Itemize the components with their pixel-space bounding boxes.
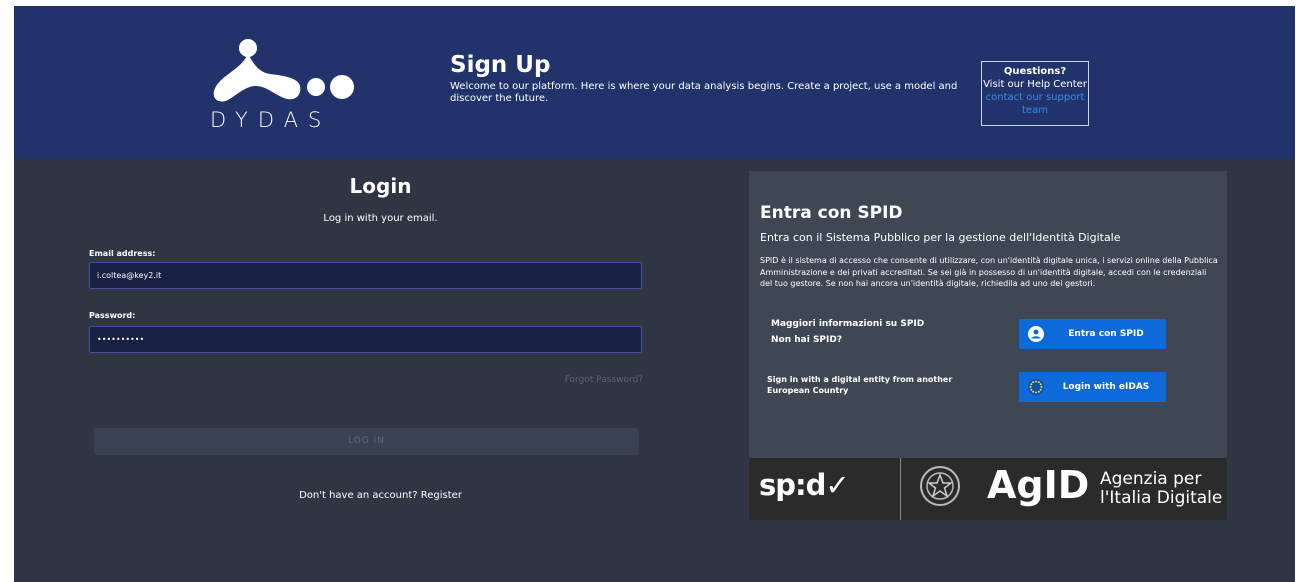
eu-stars-icon xyxy=(1028,379,1044,395)
header: DYDAS Sign Up Welcome to our platform. H… xyxy=(14,6,1295,159)
eidas-button-label: Login with eIDAS xyxy=(1062,382,1150,392)
italian-emblem-icon xyxy=(920,466,960,506)
user-icon xyxy=(1028,326,1044,342)
login-subtitle: Log in with your email. xyxy=(323,213,438,224)
spid-logo: sp:d✓ xyxy=(759,468,850,502)
signup-title: Sign Up xyxy=(450,52,551,78)
password-label: Password: xyxy=(89,311,136,320)
forgot-password-link[interactable]: Forgot Password? xyxy=(534,375,643,385)
support-link[interactable]: contact our support team xyxy=(982,91,1088,117)
app-frame: DYDAS Sign Up Welcome to our platform. H… xyxy=(14,6,1295,582)
login-button[interactable]: LOG IN xyxy=(94,428,639,455)
questions-title: Questions? xyxy=(1003,66,1067,77)
spid-button-label: Entra con SPID xyxy=(1068,329,1144,339)
help-center-text: Visit our Help Center xyxy=(983,79,1087,90)
spid-title: Entra con SPID xyxy=(760,203,903,223)
spid-info-links: Maggiori informazioni su SPID Non hai SP… xyxy=(771,316,924,348)
register-link[interactable]: Don't have an account? Register xyxy=(14,490,747,501)
email-label: Email address: xyxy=(89,249,156,258)
agid-line-2: l'Italia Digitale xyxy=(1100,488,1223,508)
spid-agid-banner: sp:d✓ AgID Agenzia per l'Italia Digitale xyxy=(749,458,1227,520)
spid-more-info-link[interactable]: Maggiori informazioni su SPID xyxy=(771,316,924,332)
dydas-molecule-icon xyxy=(213,39,354,102)
help-box: Questions? Visit our Help Center contact… xyxy=(981,61,1089,126)
email-field[interactable]: i.coltea@key2.it xyxy=(89,262,642,289)
brand-name: DYDAS xyxy=(210,108,332,132)
login-title: Login xyxy=(349,174,412,198)
spid-description: SPID è il sistema di accesso che consent… xyxy=(760,256,1218,288)
password-field[interactable]: •••••••••• xyxy=(89,326,642,353)
no-spid-link[interactable]: Non hai SPID? xyxy=(771,332,924,348)
agid-logo: AgID xyxy=(987,463,1090,507)
dydas-logo: DYDAS xyxy=(210,36,360,136)
eidas-login-button[interactable]: Login with eIDAS xyxy=(1019,372,1166,402)
spid-panel: Entra con SPID Entra con il Sistema Pubb… xyxy=(749,171,1227,458)
signup-intro: Sign Up Welcome to our platform. Here is… xyxy=(450,52,970,105)
banner-divider xyxy=(900,458,901,520)
welcome-text: Welcome to our platform. Here is where y… xyxy=(450,81,958,104)
agid-line-1: Agenzia per xyxy=(1100,469,1202,489)
spid-subtitle: Entra con il Sistema Pubblico per la ges… xyxy=(760,231,1121,244)
agid-name: Agenzia per l'Italia Digitale xyxy=(1100,470,1222,508)
eu-signin-text: Sign in with a digital entity from anoth… xyxy=(767,375,953,395)
spid-login-button[interactable]: Entra con SPID xyxy=(1019,319,1166,349)
